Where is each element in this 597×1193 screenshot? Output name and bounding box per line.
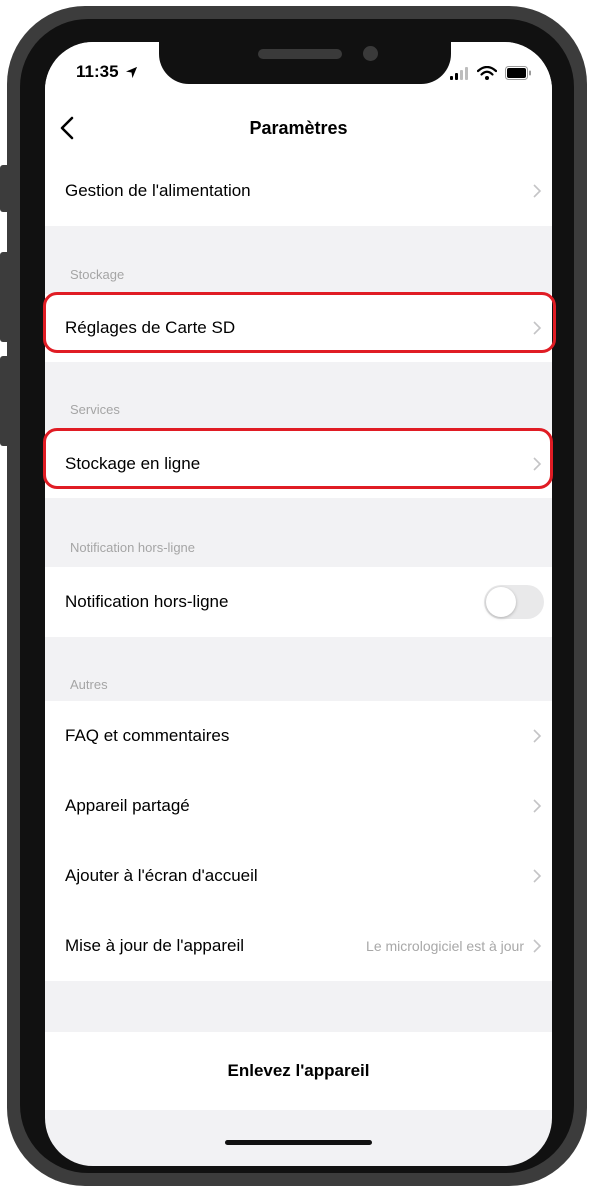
shared-device-label: Appareil partagé [65,796,190,815]
signal-icon [450,66,468,80]
offline-notification-toggle[interactable] [484,585,544,619]
toggle-knob [486,587,516,617]
volume-down-button [0,356,9,446]
chevron-right-icon [533,184,542,198]
power-management-row[interactable]: Gestion de l'alimentation [45,156,552,226]
silent-switch [0,165,9,212]
speaker-grill [258,49,342,59]
battery-icon [504,65,531,80]
volume-up-button [0,252,9,342]
status-time: 11:35 [76,62,138,82]
device-update-label: Mise à jour de l'appareil [65,936,245,955]
faq-feedback-row[interactable]: FAQ et commentaires [45,701,552,771]
remove-device-button[interactable]: Enlevez l'appareil [45,1032,552,1110]
highlight-box-cloud-storage [43,428,553,489]
chevron-right-icon [533,799,542,813]
device-update-row[interactable]: Mise à jour de l'appareil Le micrologici… [45,911,552,981]
chevron-right-icon [533,869,542,883]
firmware-status: Le micrologiciel est à jour [366,938,524,954]
faq-feedback-label: FAQ et commentaires [65,726,230,745]
section-header-offline-notification: Notification hors-ligne [70,540,196,555]
offline-notification-row: Notification hors-ligne [45,567,552,637]
chevron-right-icon [533,939,542,953]
power-management-label: Gestion de l'alimentation [65,181,251,200]
add-to-home-screen-row[interactable]: Ajouter à l'écran d'accueil [45,841,552,911]
shared-device-row[interactable]: Appareil partagé [45,771,552,841]
location-arrow-icon [126,66,138,79]
section-header-storage: Stockage [70,267,125,282]
offline-notification-label: Notification hors-ligne [65,592,229,611]
home-indicator[interactable] [225,1140,372,1145]
chevron-right-icon [533,729,542,743]
wifi-icon [477,65,498,80]
add-to-home-screen-label: Ajouter à l'écran d'accueil [65,866,258,885]
highlight-box-sd-card [43,292,556,353]
section-header-others: Autres [70,677,108,692]
page-title: Paramètres [249,118,348,138]
section-header-services: Services [70,402,120,417]
front-camera [363,46,378,61]
status-icons [450,64,532,82]
